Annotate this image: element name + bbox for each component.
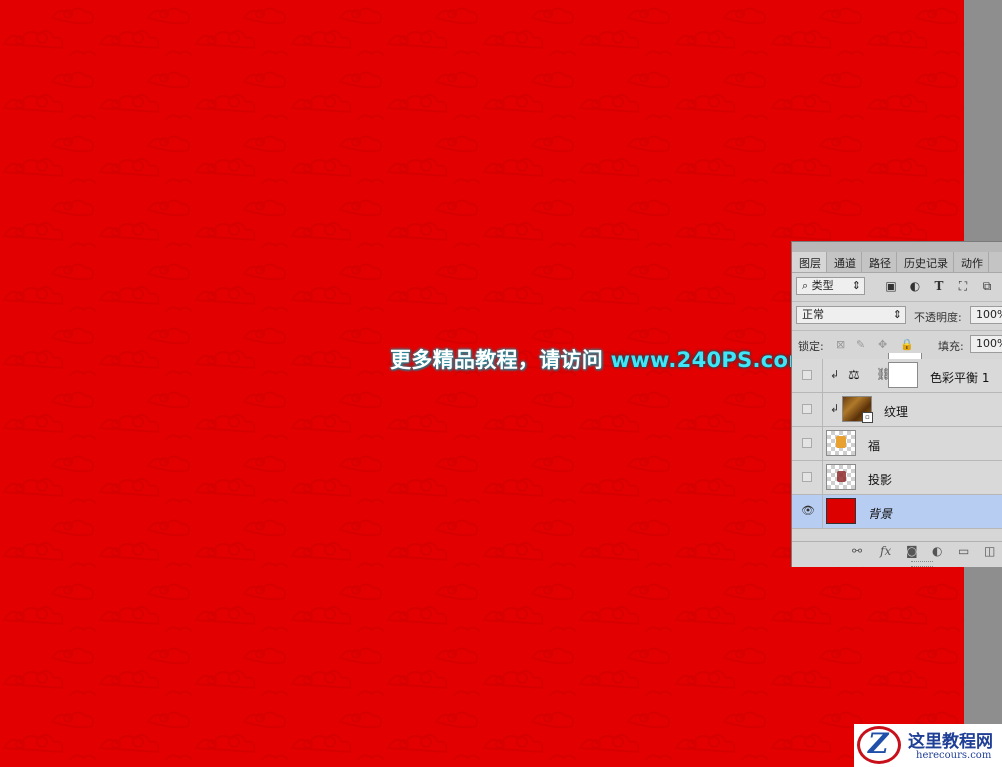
adjustment-icon[interactable]: ◐ xyxy=(932,544,942,558)
visibility-toggle[interactable] xyxy=(802,370,812,380)
layer-name: 福 xyxy=(868,439,881,453)
visibility-toggle[interactable] xyxy=(802,472,812,482)
smartobject-filter-icon[interactable]: ⧉ xyxy=(980,279,994,293)
smart-object-badge-icon: ▫ xyxy=(862,412,873,423)
logo-chinese: 这里教程网 xyxy=(908,732,993,752)
fill-value: 100% xyxy=(976,337,1002,350)
fu-thumb xyxy=(826,430,856,456)
layer-name: 纹理 xyxy=(884,405,909,419)
eye-icon[interactable]: 👁 xyxy=(801,504,815,517)
lock-label: 锁定: xyxy=(798,340,824,353)
logo-domain: herecours.com xyxy=(916,750,992,761)
type-filter-icon[interactable]: T xyxy=(932,279,946,293)
layer-list: ↲ ⚖ ⛓ 色彩平衡 1 ↲ ▫ 纹理 福 投影 👁 背景 xyxy=(792,359,1002,529)
visibility-toggle[interactable] xyxy=(802,438,812,448)
stepper-icon: ⇕ xyxy=(892,308,902,321)
layer-shadow[interactable]: 投影 xyxy=(792,461,1002,495)
adjustment-mask-thumb xyxy=(888,362,918,388)
filter-kind-label: 类型 xyxy=(811,279,834,292)
folder-icon[interactable]: ▭ xyxy=(958,544,969,558)
opacity-value: 100% xyxy=(976,308,1002,321)
image-filter-icon[interactable]: ▣ xyxy=(884,279,898,293)
fx-icon[interactable]: fx xyxy=(880,544,891,558)
watermark-label: 更多精品教程，请访问 xyxy=(390,348,603,372)
layer-color-balance[interactable]: ↲ ⚖ ⛓ 色彩平衡 1 xyxy=(792,359,1002,393)
balance-icon: ⚖ xyxy=(848,368,860,383)
panel-title-strip[interactable] xyxy=(792,242,1002,252)
fill-label: 填充: xyxy=(938,340,964,353)
layer-background[interactable]: 👁 背景 xyxy=(792,495,1002,529)
shadow-thumb xyxy=(826,464,856,490)
lock-all-icon[interactable]: 🔒 xyxy=(900,338,914,351)
layers-panel: 图层 通道 路径 历史记录 动作 ⌕ 类型 ⇕ ▣ ◐ T ⛶ ⧉ 正常 ⇕ 不… xyxy=(791,241,1002,567)
clip-arrow-icon: ↲ xyxy=(830,402,840,415)
watermark-text: 更多精品教程，请访问 www.240PS.com xyxy=(390,344,810,374)
tab-layers[interactable]: 图层 xyxy=(792,252,827,272)
stepper-icon: ⇕ xyxy=(851,279,861,292)
blend-mode-value: 正常 xyxy=(802,308,824,321)
tab-channels[interactable]: 通道 xyxy=(827,252,862,272)
fill-field[interactable]: 100% xyxy=(970,335,1002,353)
logo-letter: Z xyxy=(868,727,889,760)
link-icon[interactable]: ⚯ xyxy=(852,544,862,558)
lock-move-icon[interactable]: ✥ xyxy=(878,338,887,351)
layer-fu[interactable]: 福 xyxy=(792,427,1002,461)
new-layer-icon[interactable]: ◫ xyxy=(984,544,995,558)
layer-texture[interactable]: ↲ ▫ 纹理 xyxy=(792,393,1002,427)
resize-grip[interactable] xyxy=(911,561,933,567)
visibility-toggle[interactable] xyxy=(802,404,812,414)
layer-name: 色彩平衡 1 xyxy=(930,371,990,385)
opacity-label: 不透明度: xyxy=(914,311,962,324)
search-icon: ⌕ xyxy=(802,279,809,292)
lock-transparent-icon[interactable]: ⊠ xyxy=(836,338,845,351)
opacity-field[interactable]: 100% xyxy=(970,306,1002,324)
lock-paint-icon[interactable]: ✎ xyxy=(856,338,865,351)
shape-filter-icon[interactable]: ⛶ xyxy=(956,279,970,293)
filter-row: ⌕ 类型 ⇕ ▣ ◐ T ⛶ ⧉ xyxy=(792,273,1002,302)
tab-actions[interactable]: 动作 xyxy=(954,252,989,272)
layer-name: 背景 xyxy=(868,507,893,521)
mask-icon[interactable]: ◙ xyxy=(906,544,918,558)
panel-bottom-bar: ⚯ fx ◙ ◐ ▭ ◫ xyxy=(792,541,1002,562)
blend-mode-select[interactable]: 正常 ⇕ xyxy=(796,306,906,324)
adjustment-filter-icon[interactable]: ◐ xyxy=(908,279,922,293)
watermark-url: www.240PS.com xyxy=(610,348,811,372)
blend-row: 正常 ⇕ 不透明度: 100% xyxy=(792,302,1002,331)
tab-paths[interactable]: 路径 xyxy=(862,252,897,272)
panel-tabs: 图层 通道 路径 历史记录 动作 xyxy=(792,252,1002,273)
tab-history[interactable]: 历史记录 xyxy=(897,252,954,272)
filter-kind-select[interactable]: ⌕ 类型 ⇕ xyxy=(796,277,865,295)
background-thumb xyxy=(826,498,856,524)
logo-circle: Z xyxy=(857,726,901,764)
layer-name: 投影 xyxy=(868,473,893,487)
clip-arrow-icon: ↲ xyxy=(830,368,840,381)
site-logo: Z 这里教程网 herecours.com xyxy=(854,724,1002,767)
